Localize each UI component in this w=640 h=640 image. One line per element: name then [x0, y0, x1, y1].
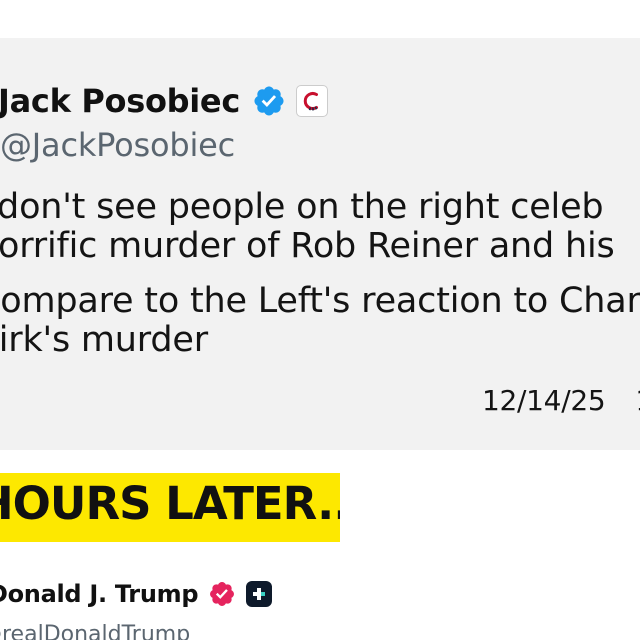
post-paragraph: Compare to the Left's reaction to Charli…	[0, 282, 640, 360]
post-text-line: horrific murder of Rob Reiner and his	[0, 226, 615, 266]
author-handle[interactable]: @JackPosobiec	[0, 126, 235, 164]
truth-social-icon[interactable]	[246, 581, 273, 607]
post-card: Jack Posobiec @JackPosobiec I don't see …	[0, 38, 640, 450]
banner-text: HOURS LATER...	[0, 477, 340, 530]
post-text-line: I don't see people on the right celeb	[0, 187, 604, 227]
affiliate-badge-icon[interactable]	[296, 85, 329, 117]
post-timestamp[interactable]: 12/14/25 11	[482, 384, 640, 417]
post-time: 11	[635, 384, 640, 417]
verified-check-icon	[252, 84, 286, 118]
second-post-author-row: Donald J. Trump	[0, 580, 273, 608]
post-text-line: Compare to the Left's reaction to Charli…	[0, 281, 640, 321]
hours-later-banner: HOURS LATER...	[0, 473, 340, 542]
post-text-line: Kirk's murder	[0, 320, 208, 360]
post-date: 12/14/25	[482, 384, 606, 417]
verified-badge-icon	[208, 580, 236, 608]
author-display-name[interactable]: Jack Posobiec	[0, 82, 240, 120]
second-author-handle[interactable]: @realDonaldTrump	[0, 622, 190, 640]
second-author-display-name[interactable]: Donald J. Trump	[0, 580, 199, 608]
post-paragraph: I don't see people on the right celeb ho…	[0, 188, 640, 266]
screenshot-page: Jack Posobiec @JackPosobiec I don't see …	[0, 0, 640, 640]
post-author-row: Jack Posobiec	[0, 82, 329, 120]
post-text: I don't see people on the right celeb ho…	[0, 188, 640, 360]
